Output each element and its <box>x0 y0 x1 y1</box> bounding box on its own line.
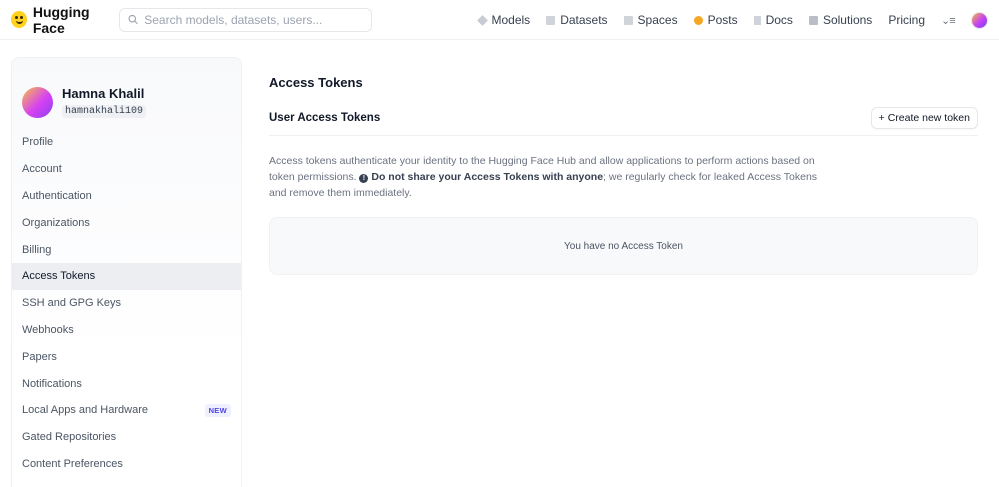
nav-pricing-label: Pricing <box>888 13 925 27</box>
logo-text: Hugging Face <box>32 3 90 36</box>
nav-spaces[interactable]: Spaces <box>616 0 686 40</box>
sidebar-item-label: Content Preferences <box>22 457 123 470</box>
grid-icon <box>623 15 633 25</box>
nav-models-label: Models <box>491 13 531 27</box>
sidebar-item-label: Notifications <box>22 377 82 390</box>
page-title: Access Tokens <box>269 75 363 90</box>
avatar[interactable] <box>22 86 53 118</box>
new-badge: NEW <box>204 403 231 417</box>
sidebar-item-label: Gated Repositories <box>22 431 117 444</box>
warning-icon: ! <box>359 174 369 183</box>
sidebar-item-label: Authentication <box>22 189 92 202</box>
sidebar-item-content-preferences[interactable]: Content Preferences <box>12 451 241 478</box>
empty-state-text: You have no Access Token <box>564 240 683 252</box>
user-avatar-button[interactable] <box>971 11 988 29</box>
nav-posts-label: Posts <box>707 13 738 27</box>
cube-icon <box>476 14 488 26</box>
sidebar-item-billing[interactable]: Billing <box>12 236 241 263</box>
tokens-description: Access tokens authenticate your identity… <box>269 153 829 201</box>
nav-docs[interactable]: Docs <box>746 0 801 40</box>
main-nav: Models Datasets Spaces Posts Docs Soluti… <box>470 0 988 40</box>
nav-solutions[interactable]: Solutions <box>801 0 880 40</box>
chat-icon <box>693 15 703 25</box>
briefcase-icon <box>808 15 818 25</box>
section-title: User Access Tokens <box>269 112 381 124</box>
profile-summary: Hamna Khalil hamnakhali109 <box>12 58 241 126</box>
divider <box>269 135 978 136</box>
create-new-token-button[interactable]: + Create new token <box>870 107 978 129</box>
nav-spaces-label: Spaces <box>637 13 678 27</box>
sidebar-item-label: Webhooks <box>22 323 74 336</box>
sidebar-item-webhooks[interactable]: Webhooks <box>12 317 241 344</box>
search-icon <box>128 14 138 25</box>
top-header: Hugging Face Models Datasets Spaces Post… <box>0 0 999 40</box>
menu-icon: ⌄≡ <box>941 14 956 27</box>
sidebar-item-local-apps[interactable]: Local Apps and Hardware NEW <box>12 397 241 424</box>
desc-warning: Do not share your Access Tokens with any… <box>371 171 604 183</box>
database-icon <box>546 15 556 25</box>
profile-username: hamnakhali109 <box>62 105 147 118</box>
hugging-face-logo-icon <box>11 11 27 28</box>
search-input[interactable] <box>144 12 363 27</box>
sidebar-item-label: Local Apps and Hardware <box>22 404 148 417</box>
sidebar-item-profile[interactable]: Profile <box>12 129 241 156</box>
sidebar-item-label: Account <box>22 163 62 176</box>
nav-posts[interactable]: Posts <box>686 0 746 40</box>
sidebar-item-gated-repositories[interactable]: Gated Repositories <box>12 424 241 451</box>
nav-solutions-label: Solutions <box>822 13 873 27</box>
book-icon <box>753 15 761 25</box>
empty-state: You have no Access Token <box>269 217 978 275</box>
nav-pricing[interactable]: Pricing <box>880 0 933 40</box>
sidebar-item-notifications[interactable]: Notifications <box>12 370 241 397</box>
nav-models[interactable]: Models <box>470 0 539 40</box>
profile-name: Hamna Khalil <box>62 86 145 101</box>
main-content: Access Tokens User Access Tokens + Creat… <box>269 57 978 275</box>
sidebar-item-account[interactable]: Account <box>12 156 241 183</box>
sidebar-item-label: Profile <box>22 136 54 149</box>
settings-menu: Profile Account Authentication Organizat… <box>12 129 241 477</box>
more-menu-button[interactable]: ⌄≡ <box>933 0 963 40</box>
sidebar-item-ssh-gpg-keys[interactable]: SSH and GPG Keys <box>12 290 241 317</box>
sidebar-item-label: Papers <box>22 350 57 363</box>
sidebar-item-label: Organizations <box>22 216 90 229</box>
sidebar-item-papers[interactable]: Papers <box>12 343 241 370</box>
logo-link[interactable]: Hugging Face <box>11 4 119 36</box>
nav-docs-label: Docs <box>765 13 793 27</box>
sidebar-item-label: Billing <box>22 243 52 256</box>
settings-sidebar: Hamna Khalil hamnakhali109 Profile Accou… <box>11 57 242 487</box>
sidebar-item-label: SSH and GPG Keys <box>22 297 122 310</box>
section-header: User Access Tokens + Create new token <box>269 107 978 129</box>
sidebar-item-authentication[interactable]: Authentication <box>12 183 241 210</box>
sidebar-item-label: Access Tokens <box>22 270 96 283</box>
sidebar-item-access-tokens[interactable]: Access Tokens <box>12 262 241 290</box>
search-box[interactable] <box>119 7 372 32</box>
nav-datasets[interactable]: Datasets <box>538 0 615 40</box>
sidebar-item-organizations[interactable]: Organizations <box>12 209 241 236</box>
nav-datasets-label: Datasets <box>560 13 608 27</box>
